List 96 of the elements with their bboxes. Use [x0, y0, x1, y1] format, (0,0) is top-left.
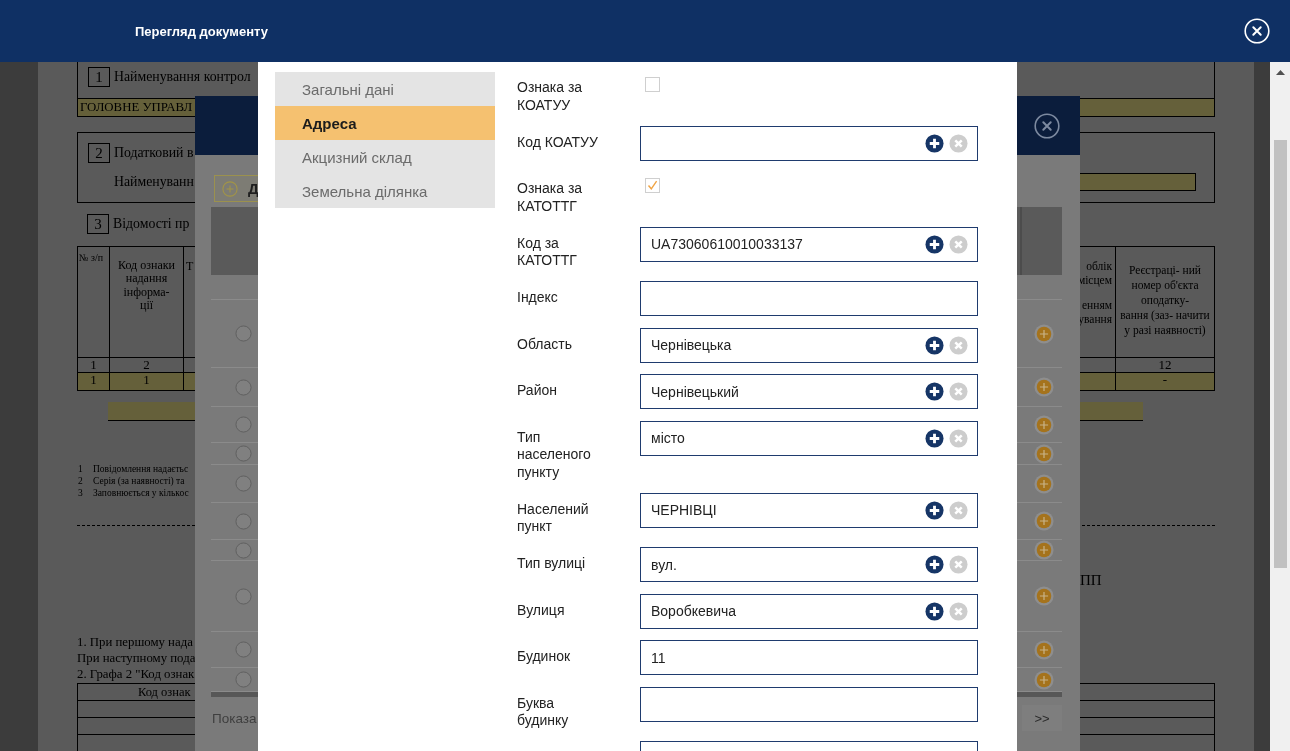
column-header: облік — [1086, 260, 1112, 274]
clear-icon[interactable] — [949, 428, 968, 448]
document-text: ПП — [1080, 572, 1102, 588]
plus-icon[interactable] — [925, 234, 944, 254]
radio-button[interactable] — [234, 641, 252, 658]
input-field[interactable]: 11 — [640, 640, 978, 675]
field-label: Область — [517, 334, 573, 353]
field-label: Тип населеного пункту — [517, 427, 592, 481]
column-header: енням — [1082, 299, 1112, 313]
field-label: Ознака за КАТОТТГ — [517, 179, 584, 215]
field-label: Код КОАТУУ — [517, 132, 599, 151]
clear-icon[interactable] — [949, 382, 968, 401]
field-label: Ознака за КОАТУУ — [517, 78, 584, 114]
clear-icon[interactable] — [949, 234, 968, 254]
section-number: 3 — [87, 214, 109, 234]
input-field[interactable] — [640, 125, 978, 161]
plus-icon[interactable] — [925, 133, 944, 153]
clear-icon[interactable] — [949, 500, 968, 520]
table-cell: 1 — [143, 372, 150, 387]
clear-icon[interactable] — [949, 133, 968, 153]
field-label: Тип вулиці — [517, 554, 587, 573]
table-cell: 1 — [90, 372, 97, 387]
column-header: місцем — [1077, 273, 1112, 287]
footnote-number: 1 — [78, 463, 84, 475]
radio-button[interactable] — [234, 671, 252, 688]
footnote-number: 3 — [78, 487, 84, 499]
footnote-text: Заповнюється у кількос — [93, 487, 189, 499]
input-field[interactable]: ЧЕРНІВЦІ — [640, 492, 978, 528]
footnote-number: 2 — [78, 475, 84, 487]
radio-button[interactable] — [234, 587, 252, 605]
scroll-up-icon[interactable] — [1275, 70, 1285, 75]
field-label: Вулиця — [517, 600, 566, 619]
checkbox[interactable] — [645, 178, 660, 193]
radio-button[interactable] — [234, 512, 252, 530]
plus-icon[interactable] — [925, 335, 944, 355]
next-page-button[interactable]: >> — [1022, 705, 1062, 731]
section-number: 2 — [88, 143, 110, 163]
add-button[interactable]: Д — [214, 175, 258, 202]
input-field[interactable]: Воробкевича — [640, 593, 978, 629]
radio-button[interactable] — [234, 541, 252, 559]
input-field[interactable]: місто — [640, 420, 978, 456]
pager-text: Показа — [211, 710, 257, 726]
section-number: 1 — [88, 67, 110, 87]
input-field[interactable]: Чернівецька — [640, 327, 978, 363]
field-label: Населений пункт — [517, 499, 590, 536]
field-label: Найменуванн — [114, 174, 194, 190]
document-text: При наступному пода — [77, 650, 196, 666]
radio-button[interactable] — [234, 378, 252, 396]
document-text: 2. Графа 2 "Код ознак — [77, 666, 195, 682]
radio-button[interactable] — [234, 325, 252, 342]
scrollbar-thumb[interactable] — [1273, 140, 1287, 568]
table-cell: 1 — [90, 357, 97, 372]
clear-icon[interactable] — [949, 335, 968, 355]
input-field[interactable] — [640, 281, 978, 316]
radio-button[interactable] — [234, 445, 252, 462]
column-header: Код ознак — [138, 684, 191, 700]
section-title: Відомості пр — [113, 216, 190, 232]
field-label: Індекс — [517, 288, 559, 307]
column-header: № з/п — [78, 251, 104, 263]
clear-icon[interactable] — [949, 601, 968, 621]
plus-icon[interactable] — [925, 382, 944, 401]
input-field[interactable]: вул. — [640, 547, 978, 582]
plus-icon[interactable] — [925, 500, 944, 520]
column-header: Реєстраці- ний номер об'єкта оподатку- вання (заз- начити у разі наявності) — [1120, 263, 1210, 338]
menu-tab[interactable]: Адреса — [275, 106, 495, 140]
table-cell: 12 — [1158, 357, 1172, 372]
radio-button[interactable] — [234, 475, 252, 492]
field-label: Район — [517, 381, 558, 400]
footnote-text: Серія (за наявності) та — [93, 475, 186, 487]
input-field[interactable]: UA73060610010033137 — [640, 226, 978, 262]
menu-tab[interactable]: Акцизний склад — [275, 140, 495, 174]
field-label: Буква будинку — [517, 693, 570, 730]
field-label: Код за КАТОТТГ — [517, 233, 578, 270]
section-title: Найменування контрол — [114, 69, 251, 85]
field-value: ГОЛОВНЕ УПРАВЛ — [80, 100, 193, 115]
menu-tab[interactable]: Земельна ділянка — [275, 174, 495, 208]
document-text: 1. При першому нада — [77, 634, 193, 650]
column-header: Код ознаки надання інформа- ції — [118, 257, 175, 313]
table-cell: 2 — [143, 357, 150, 372]
column-header: ування — [1078, 312, 1112, 326]
plus-icon[interactable] — [925, 555, 944, 574]
section-title: Податковий в — [114, 145, 194, 161]
plus-icon[interactable] — [925, 428, 944, 448]
field-label: Будинок — [517, 647, 572, 666]
plus-icon[interactable] — [925, 601, 944, 621]
window-title: Перегляд документу — [135, 23, 268, 39]
input-field[interactable]: Чернівецький — [640, 374, 978, 409]
checkbox[interactable] — [645, 77, 660, 92]
input-field[interactable] — [640, 686, 978, 722]
table-cell: - — [1162, 372, 1168, 387]
footnote-text: Повідомлення надаєтьс — [93, 463, 189, 475]
menu-tab[interactable]: Загальні дані — [275, 72, 495, 106]
clear-icon[interactable] — [949, 555, 968, 574]
radio-button[interactable] — [234, 416, 252, 433]
column-header: Т — [185, 258, 194, 274]
plus-icon — [222, 180, 238, 197]
